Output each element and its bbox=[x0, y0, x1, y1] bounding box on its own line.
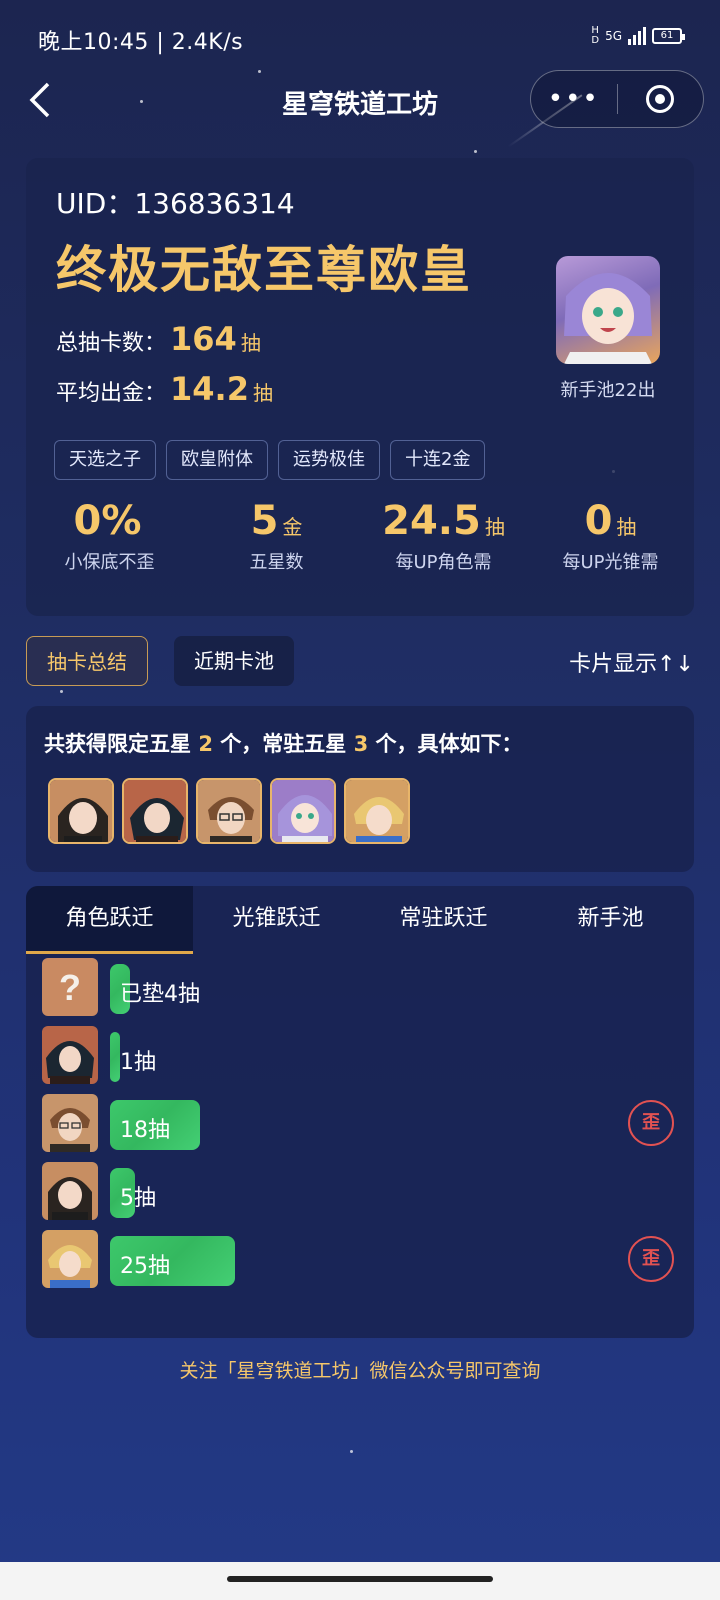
tag-item: 天选之子 bbox=[54, 440, 156, 480]
tab-beginner-warp[interactable]: 新手池 bbox=[527, 886, 694, 954]
featured-character-avatar bbox=[556, 256, 660, 364]
card-display-toggle[interactable]: 卡片显示↑↓ bbox=[569, 646, 694, 678]
tab-light-cone-warp[interactable]: 光锥跃迁 bbox=[193, 886, 360, 954]
obtained-prefix: 共获得限定五星 bbox=[44, 732, 191, 756]
target-icon bbox=[646, 85, 675, 113]
lost-50-50-badge: 歪 bbox=[628, 1236, 674, 1282]
metric-label: 五星数 bbox=[249, 552, 304, 573]
battery-icon: 61 bbox=[652, 28, 685, 44]
miniapp-capsule: ••• bbox=[530, 70, 704, 128]
metric-unit: 抽 bbox=[484, 515, 505, 539]
record-tabs: 角色跃迁 光锥跃迁 常驻跃迁 新手池 bbox=[26, 886, 694, 954]
metric-label: 每UP角色需 bbox=[395, 552, 492, 573]
follow-note: 关注「星穹铁道工坊」微信公众号即可查询 bbox=[179, 1360, 541, 1382]
more-options-icon[interactable]: ••• bbox=[531, 84, 617, 114]
character-avatar-list bbox=[48, 778, 410, 844]
tag-item: 运势极佳 bbox=[278, 440, 380, 480]
hd-icon: HD bbox=[591, 25, 600, 46]
close-miniapp-button[interactable] bbox=[618, 85, 704, 113]
total-pulls-unit: 抽 bbox=[240, 331, 261, 355]
pull-record-card: 角色跃迁 光锥跃迁 常驻跃迁 新手池 ? 已垫4抽 1抽 18抽 歪 5抽 25… bbox=[26, 886, 694, 1338]
metric-label: 每UP光锥需 bbox=[562, 552, 659, 573]
pull-count-label: 5抽 bbox=[120, 1186, 156, 1211]
character-avatar[interactable] bbox=[196, 778, 262, 844]
character-avatar[interactable] bbox=[344, 778, 410, 844]
character-avatar[interactable] bbox=[48, 778, 114, 844]
metric-value: 5 bbox=[250, 498, 279, 544]
obtained-card: 共获得限定五星 2 个，常驻五星 3 个，具体如下： bbox=[26, 706, 694, 872]
total-pulls-value: 164 bbox=[170, 320, 237, 358]
metric-pulls-per-up-cone: 0抽 每UP光锥需 bbox=[527, 498, 694, 574]
uid-label: UID： bbox=[56, 187, 135, 220]
obtained-suffix: 个，具体如下： bbox=[375, 732, 523, 756]
standard-count: 3 bbox=[353, 732, 369, 756]
avatar-caption: 新手池22出 bbox=[560, 380, 656, 401]
metric-no-lose-rate: 0% 小保底不歪 bbox=[26, 498, 193, 574]
character-avatar bbox=[42, 1230, 98, 1288]
total-pulls-line: 总抽卡数： 164 抽 bbox=[56, 320, 261, 358]
metrics-row: 0% 小保底不歪 5金 五星数 24.5 抽 每UP角色需 0抽 每UP光锥需 bbox=[26, 498, 694, 574]
status-time: 晚上10:45 | 2.4K/s bbox=[38, 30, 244, 55]
average-pulls-label: 平均出金： bbox=[56, 381, 167, 406]
character-avatar[interactable] bbox=[122, 778, 188, 844]
tab-pull-summary[interactable]: 抽卡总结 bbox=[26, 636, 148, 686]
average-pulls-value: 14.2 bbox=[170, 370, 249, 408]
limited-count: 2 bbox=[198, 732, 213, 756]
tag-item: 十连2金 bbox=[390, 440, 486, 480]
rank-title: 终极无敌至尊欧皇 bbox=[56, 241, 472, 299]
unknown-character-avatar: ? bbox=[42, 958, 98, 1016]
pull-count-label: 已垫4抽 bbox=[120, 982, 200, 1007]
character-avatar bbox=[42, 1094, 98, 1152]
status-icons: HD 5G 61 bbox=[591, 25, 685, 46]
tag-list: 天选之子 欧皇附体 运势极佳 十连2金 bbox=[54, 440, 486, 480]
pull-count-label: 18抽 bbox=[120, 1118, 170, 1143]
uid-line: UID：136836314 bbox=[56, 182, 295, 222]
svg-text:?: ? bbox=[59, 967, 81, 1008]
status-bar: 晚上10:45 | 2.4K/s HD 5G 61 bbox=[0, 0, 720, 76]
character-avatar[interactable] bbox=[270, 778, 336, 844]
record-row: 18抽 歪 bbox=[42, 1094, 682, 1154]
average-pulls-unit: 抽 bbox=[252, 381, 273, 405]
metric-five-star-count: 5金 五星数 bbox=[193, 498, 360, 574]
signal-icon bbox=[628, 27, 646, 45]
pull-count-label: 1抽 bbox=[120, 1050, 156, 1075]
record-row: ? 已垫4抽 bbox=[42, 958, 682, 1018]
tab-character-warp[interactable]: 角色跃迁 bbox=[26, 886, 193, 954]
metric-pulls-per-up-character: 24.5 抽 每UP角色需 bbox=[360, 498, 527, 574]
character-avatar bbox=[42, 1162, 98, 1220]
nav-bar: 星穹铁道工坊 ••• bbox=[0, 70, 720, 130]
network-label: 5G bbox=[605, 29, 622, 43]
record-row: 25抽 歪 bbox=[42, 1230, 682, 1290]
metric-unit: 抽 bbox=[616, 515, 637, 539]
average-pulls-line: 平均出金： 14.2 抽 bbox=[56, 370, 273, 408]
metric-value: 24.5 bbox=[382, 498, 481, 544]
tab-standard-warp[interactable]: 常驻跃迁 bbox=[360, 886, 527, 954]
metric-value: 0 bbox=[584, 498, 613, 544]
record-row: 5抽 bbox=[42, 1162, 682, 1222]
metric-value: 0% bbox=[73, 498, 142, 544]
total-pulls-label: 总抽卡数： bbox=[56, 331, 167, 356]
pull-count-bar bbox=[110, 1032, 120, 1082]
obtained-summary: 共获得限定五星 2 个，常驻五星 3 个，具体如下： bbox=[44, 728, 523, 758]
record-row: 1抽 bbox=[42, 1026, 682, 1086]
tag-item: 欧皇附体 bbox=[166, 440, 268, 480]
metric-label: 小保底不歪 bbox=[64, 552, 155, 573]
obtained-middle: 个，常驻五星 bbox=[220, 732, 347, 756]
home-indicator[interactable] bbox=[0, 1562, 720, 1600]
metric-unit: 金 bbox=[282, 515, 303, 539]
summary-card: UID：136836314 终极无敌至尊欧皇 总抽卡数： 164 抽 平均出金： 14… bbox=[26, 158, 694, 616]
tab-recent-banners[interactable]: 近期卡池 bbox=[174, 636, 294, 686]
character-avatar bbox=[42, 1026, 98, 1084]
uid-value: 136836314 bbox=[134, 187, 295, 220]
pull-count-label: 25抽 bbox=[120, 1254, 170, 1279]
lost-50-50-badge: 歪 bbox=[628, 1100, 674, 1146]
view-tabs: 抽卡总结 近期卡池 卡片显示↑↓ bbox=[26, 636, 694, 686]
